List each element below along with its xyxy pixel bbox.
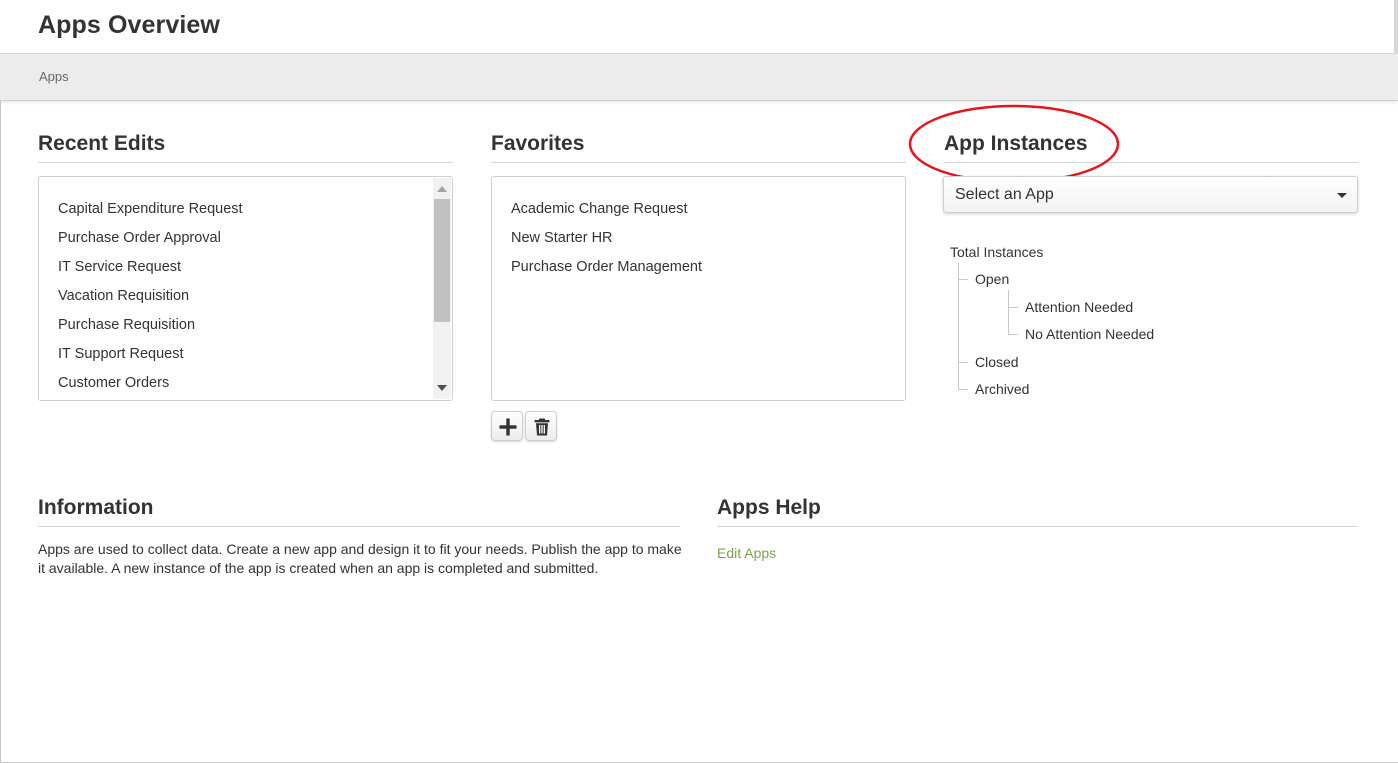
scroll-down-arrow-icon[interactable] [437,385,447,391]
favorites-divider [491,162,906,163]
header-bar: Apps Overview [0,0,1398,54]
page-title: Apps Overview [38,11,220,39]
edit-apps-link[interactable]: Edit Apps [717,545,776,561]
add-favorite-button[interactable] [491,411,523,441]
delete-favorite-button[interactable] [525,411,557,441]
tree-attention-needed[interactable]: Attention Needed [1025,299,1133,315]
favorite-item[interactable]: Academic Change Request [511,201,688,217]
tree-connector [1008,334,1018,335]
information-text: Apps are used to collect data. Create a … [38,541,682,576]
app-select-dropdown[interactable]: Select an App [943,176,1358,213]
favorites-list[interactable]: Academic Change Request New Starter HR P… [491,176,906,401]
app-instances-divider [944,162,1358,163]
tree-connector [958,389,968,390]
favorites-title: Favorites [491,132,585,155]
recent-edit-item[interactable]: Purchase Requisition [58,317,195,333]
favorite-item[interactable]: Purchase Order Management [511,259,702,275]
app-select-value: Select an App [955,186,1054,203]
breadcrumb-bar: Apps [0,54,1398,101]
tree-connector [958,263,959,389]
tree-connector [958,279,968,280]
recent-edit-item[interactable]: IT Service Request [58,259,181,275]
recent-edit-item[interactable]: Purchase Order Approval [58,230,221,246]
information-title: Information [38,496,154,519]
tree-closed[interactable]: Closed [975,354,1019,370]
recent-edits-title: Recent Edits [38,132,166,155]
tree-archived[interactable]: Archived [975,381,1029,397]
tree-total-instances[interactable]: Total Instances [950,244,1043,260]
apps-help-title: Apps Help [717,496,821,519]
trash-icon [534,418,550,436]
recent-edits-scrollbar[interactable] [433,178,451,399]
recent-edit-item[interactable]: Vacation Requisition [58,288,189,304]
breadcrumb-item-apps[interactable]: Apps [39,69,69,84]
recent-edit-item[interactable]: Capital Expenditure Request [58,201,243,217]
recent-edits-list[interactable]: Capital Expenditure Request Purchase Ord… [38,176,453,401]
information-divider [38,526,680,527]
app-instances-title: App Instances [944,132,1088,155]
tree-connector [1008,290,1009,334]
tree-connector [1008,307,1018,308]
favorite-item[interactable]: New Starter HR [511,230,613,246]
plus-icon [499,418,517,436]
scroll-thumb[interactable] [434,199,450,322]
apps-help-divider [717,526,1358,527]
scroll-up-arrow-icon[interactable] [437,186,447,192]
recent-edit-item[interactable]: IT Support Request [58,346,183,362]
tree-open[interactable]: Open [975,271,1009,287]
tree-no-attention-needed[interactable]: No Attention Needed [1025,326,1154,342]
tree-connector [958,362,968,363]
recent-edits-divider [38,162,453,163]
recent-edit-item[interactable]: Customer Orders [58,375,169,391]
chevron-down-icon [1337,193,1347,198]
